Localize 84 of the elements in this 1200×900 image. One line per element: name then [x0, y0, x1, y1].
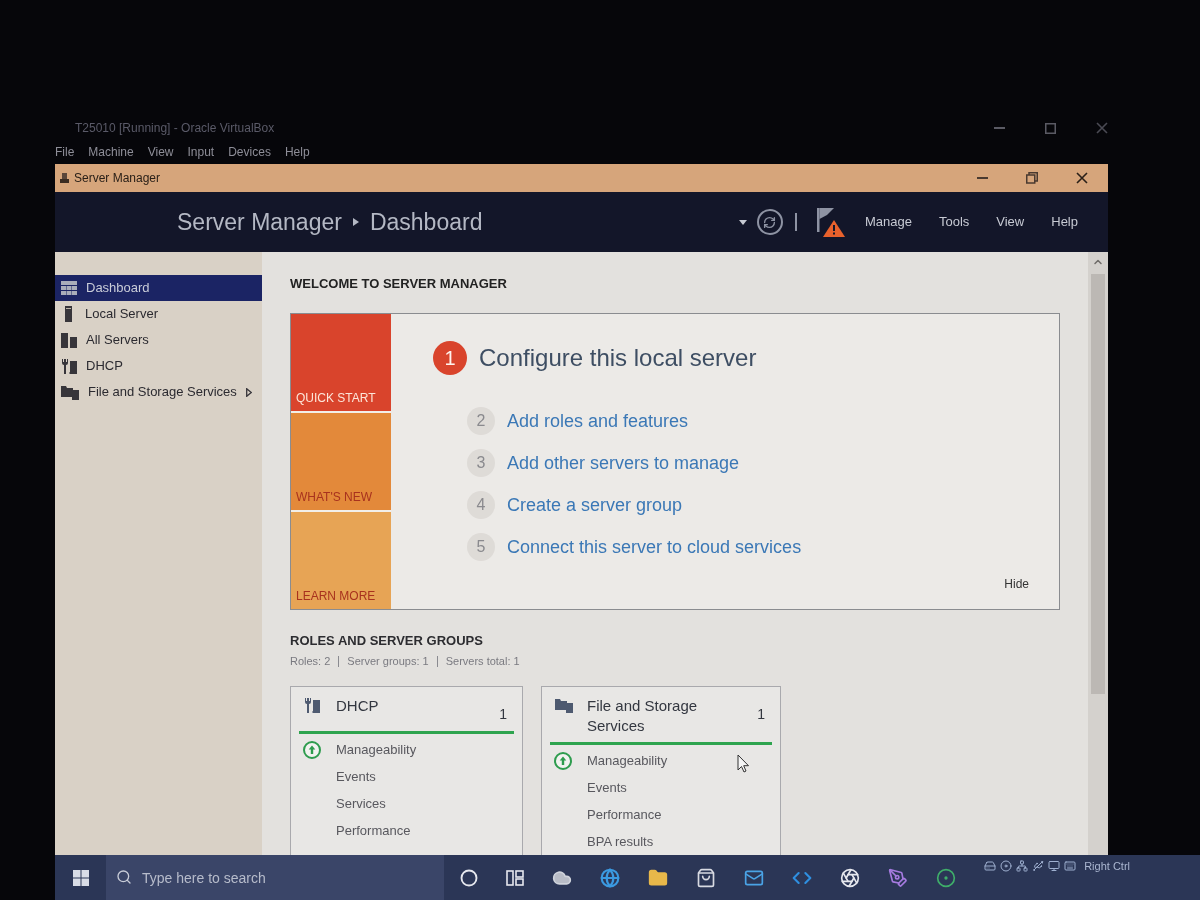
- aperture-icon[interactable]: [840, 867, 860, 888]
- close-icon[interactable]: [1076, 172, 1088, 184]
- section-title: ROLES AND SERVER GROUPS: [290, 633, 484, 649]
- folder-icon[interactable]: [648, 867, 668, 888]
- breadcrumb-item[interactable]: Server Manager: [177, 204, 342, 240]
- folder-server-icon: [555, 697, 573, 713]
- restore-icon[interactable]: [1026, 172, 1038, 184]
- detail-link[interactable]: Performance: [336, 821, 411, 841]
- refresh-icon[interactable]: [756, 209, 783, 235]
- task-view-icon[interactable]: [506, 869, 524, 886]
- detail-link[interactable]: Performance: [587, 805, 662, 825]
- menu-item[interactable]: View: [996, 212, 1025, 232]
- menu-item[interactable]: Help: [1051, 212, 1078, 232]
- disc-icon[interactable]: [1000, 860, 1013, 873]
- tool-server-icon: [304, 697, 320, 713]
- quick-start-tile[interactable]: QUICK START: [291, 314, 391, 411]
- search-field[interactable]: Type here to search: [106, 855, 444, 900]
- menu-item[interactable]: Tools: [938, 212, 970, 232]
- servers-icon: [61, 332, 77, 348]
- sidebar-item[interactable]: Local Server: [55, 301, 262, 327]
- window-title: T25010 [Running] - Oracle VirtualBox: [75, 120, 275, 137]
- detail-link[interactable]: Manageability: [336, 740, 417, 760]
- network-icon[interactable]: [1016, 860, 1029, 873]
- step-link[interactable]: Add other servers to manage: [507, 449, 740, 477]
- app-icon: [60, 173, 69, 183]
- windows-logo-icon[interactable]: [73, 869, 89, 886]
- step-number: 3: [467, 449, 495, 477]
- detail-link[interactable]: Services: [336, 794, 386, 814]
- summary-text: Roles: 2: [290, 654, 331, 669]
- flag-warning-icon[interactable]: [814, 207, 845, 237]
- sidebar-item[interactable]: All Servers: [55, 327, 262, 353]
- menu-item[interactable]: File: [55, 143, 75, 161]
- detail-link[interactable]: Events: [587, 778, 627, 798]
- detail-link[interactable]: Events: [336, 767, 376, 787]
- scrollbar[interactable]: [1088, 252, 1108, 855]
- breadcrumb-arrow-icon: [352, 218, 359, 226]
- step-link[interactable]: Add roles and features: [507, 407, 689, 435]
- step-number: 2: [467, 407, 495, 435]
- usb-icon[interactable]: [1032, 860, 1045, 873]
- step-number: 1: [433, 341, 467, 375]
- role-title[interactable]: File and Storage Services: [587, 695, 727, 736]
- detail-link[interactable]: BPA results: [587, 832, 654, 852]
- search-icon: [116, 869, 132, 885]
- breadcrumb-item: Dashboard: [369, 207, 483, 237]
- circle-icon[interactable]: [460, 868, 478, 887]
- step-title: Configure this local server: [479, 343, 757, 373]
- menu-item[interactable]: Help: [284, 143, 310, 161]
- grid-icon: [61, 281, 77, 295]
- step-number: 5: [467, 533, 495, 561]
- tool-server-icon: [61, 358, 77, 374]
- shopping-bag-icon[interactable]: [696, 867, 716, 888]
- section-title: WELCOME TO SERVER MANAGER: [290, 276, 508, 292]
- globe-icon[interactable]: [600, 867, 620, 888]
- monitor-icon[interactable]: [1048, 860, 1061, 873]
- maximize-icon[interactable]: [1045, 122, 1056, 134]
- detail-link[interactable]: Manageability: [587, 751, 668, 771]
- hard-drive-icon[interactable]: [984, 860, 997, 873]
- host-key-label: Right Ctrl: [1084, 859, 1130, 874]
- keyboard-icon[interactable]: [1064, 860, 1077, 873]
- menu-item[interactable]: View: [147, 143, 174, 161]
- summary-text: Server groups: 1: [347, 654, 429, 669]
- mouse-pointer-icon: [737, 753, 750, 773]
- menu-item[interactable]: Machine: [88, 143, 134, 161]
- scrollbar-thumb[interactable]: [1091, 274, 1105, 694]
- pen-icon[interactable]: [888, 867, 908, 888]
- sidebar-item[interactable]: Dashboard: [55, 275, 262, 301]
- window-title: Server Manager: [74, 170, 161, 187]
- role-count: 1: [499, 704, 507, 724]
- menu-item[interactable]: Devices: [228, 143, 271, 161]
- circle-dot-icon[interactable]: [936, 867, 956, 888]
- folder-server-icon: [61, 384, 79, 400]
- hide-link[interactable]: Hide: [1004, 575, 1029, 593]
- menu-item[interactable]: Manage: [864, 212, 912, 232]
- sidebar-item[interactable]: DHCP: [55, 353, 262, 379]
- step-number: 4: [467, 491, 495, 519]
- server-icon: [65, 306, 72, 322]
- role-count: 1: [757, 704, 765, 724]
- sidebar-item[interactable]: File and Storage Services: [55, 379, 262, 405]
- summary-text: Servers total: 1: [445, 654, 520, 669]
- caret-down-icon[interactable]: [738, 219, 747, 225]
- menu-item[interactable]: Input: [187, 143, 215, 161]
- step-link[interactable]: Connect this server to cloud services: [507, 533, 802, 561]
- role-title[interactable]: DHCP: [336, 695, 379, 716]
- step-link[interactable]: Create a server group: [507, 491, 683, 519]
